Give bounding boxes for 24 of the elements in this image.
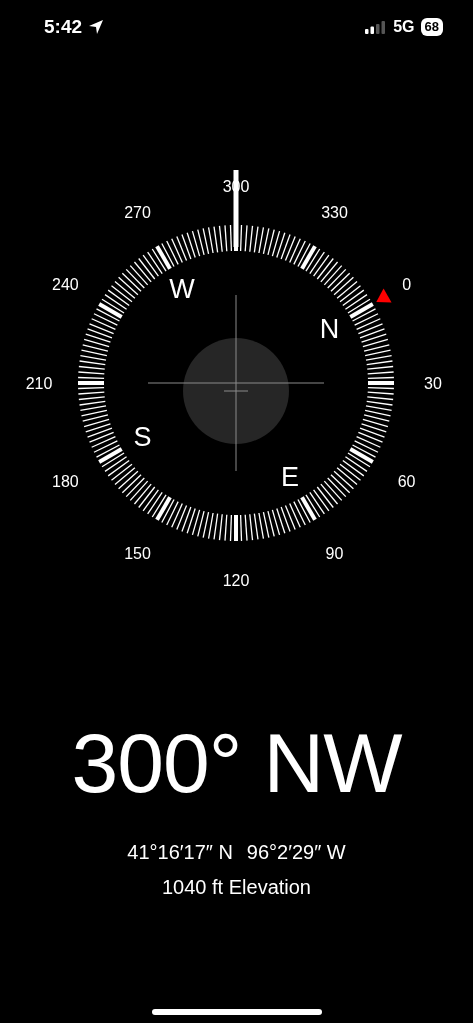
elevation-reading: 1040 ft Elevation: [162, 876, 311, 899]
coordinate: 96°2′29″ W: [246, 841, 346, 864]
coordinate: 41°16′17″ N: [127, 841, 233, 864]
degree-label: 30: [424, 374, 442, 392]
degree-label: 210: [25, 374, 53, 392]
cardinal-letter: N: [319, 314, 340, 344]
degree-label: 270: [124, 203, 151, 221]
degree-label: 330: [321, 203, 348, 221]
degree-label: 60: [397, 473, 416, 490]
degree-label: 90: [325, 545, 344, 563]
heading-reading: 300° NW: [71, 721, 402, 805]
cardinal-letter: S: [133, 422, 152, 452]
cardinal-letter: E: [281, 461, 299, 492]
cardinal-letter: W: [169, 274, 195, 305]
clock-time: 5:42: [44, 16, 83, 38]
signal-icon: [365, 20, 386, 34]
degree-label: 150: [124, 545, 151, 563]
battery-indicator: 68: [420, 18, 443, 36]
degree-label: 180: [52, 473, 79, 490]
network-type: 5G: [393, 18, 415, 36]
degree-label: 240: [52, 276, 79, 293]
location-arrow-icon: [88, 19, 105, 35]
degree-label: 120: [222, 571, 250, 589]
degree-label: 0: [402, 276, 412, 293]
